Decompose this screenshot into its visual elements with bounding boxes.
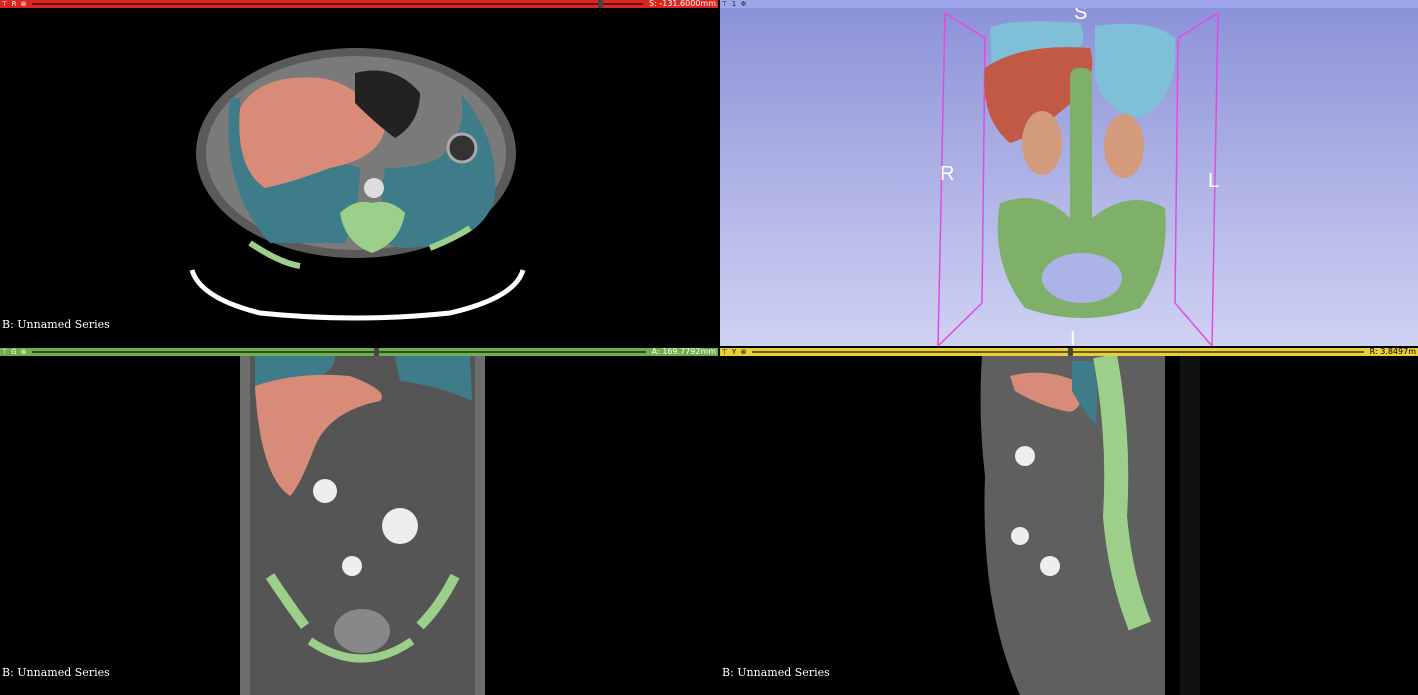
slider-handle[interactable] (598, 0, 604, 8)
yellow-slice-offset-slider[interactable] (752, 348, 1364, 356)
green-series-label: B: Unnamed Series (2, 666, 110, 679)
bladder (334, 609, 390, 653)
red-slice-view[interactable]: B: Unnamed Series (0, 8, 718, 346)
yellow-series-label: B: Unnamed Series (722, 666, 830, 679)
red-slice-controller-bar[interactable]: ⊤ R ⊗ S: -131.6000mm (0, 0, 718, 8)
slider-track (32, 3, 644, 5)
red-series-label: B: Unnamed Series (2, 318, 110, 331)
pin-icon[interactable]: ⊤ (0, 0, 9, 8)
pin-icon[interactable]: ⊤ (0, 348, 9, 356)
link-icon[interactable]: ⊗ (739, 348, 748, 356)
slider-track (32, 351, 646, 353)
table-sagittal (1180, 356, 1200, 695)
green-view-letter: G (11, 348, 17, 356)
coronal-ct-image (240, 356, 485, 695)
contrast-bowel (313, 479, 337, 503)
red-view-letter: R (11, 0, 17, 8)
threed-controller-bar[interactable]: ⊤ 1 ✲ (720, 0, 1418, 8)
slider-handle[interactable] (373, 348, 379, 356)
orientation-s: S (1074, 8, 1088, 24)
yellow-view-letter: Y (731, 348, 737, 356)
spine-3d (1070, 68, 1092, 228)
red-slice-offset-slider[interactable] (32, 0, 644, 8)
contrast-bowel (382, 508, 418, 544)
green-slice-controller-bar[interactable]: ⊤ G ⊗ A: 169.7792mm (0, 348, 718, 356)
orientation-i: I (1070, 328, 1076, 346)
green-slice-view[interactable]: B: Unnamed Series (0, 356, 718, 695)
slider-handle[interactable] (1068, 348, 1074, 356)
contrast-bowel (342, 556, 362, 576)
link-icon[interactable]: ⊗ (19, 0, 28, 8)
left-kidney-3d (1104, 114, 1144, 178)
green-slice-offset-slider[interactable] (32, 348, 646, 356)
contrast-bowel (1040, 556, 1060, 576)
contrast-bowel (1015, 446, 1035, 466)
right-kidney-3d (1022, 111, 1062, 175)
orientation-r: R (940, 163, 955, 185)
yellow-slice-view[interactable]: B: Unnamed Series (720, 356, 1418, 695)
left-lung-3d (1095, 23, 1176, 118)
axial-ct-image (189, 48, 526, 321)
bowel-loop (446, 132, 478, 164)
green-offset-readout: A: 169.7792mm (651, 347, 716, 356)
red-offset-readout: S: -131.6000mm (649, 0, 716, 8)
slider-track (752, 351, 1364, 353)
orientation-l: L (1208, 170, 1220, 192)
threed-render (937, 12, 1219, 346)
threed-view[interactable]: S R L I (720, 8, 1418, 346)
yellow-offset-readout: R: 3.8497m (1369, 347, 1416, 356)
pin-icon[interactable]: ⊤ (720, 0, 729, 8)
gear-icon[interactable]: ✲ (739, 0, 748, 8)
ct-table (189, 269, 526, 321)
pin-icon[interactable]: ⊤ (720, 348, 729, 356)
threed-view-letter: 1 (731, 0, 737, 8)
pelvic-inlet (1042, 253, 1122, 303)
link-icon[interactable]: ⊗ (19, 348, 28, 356)
sagittal-ct-image (980, 356, 1200, 695)
aorta (364, 178, 384, 198)
slicer-four-up-layout: ⊤ R ⊗ S: -131.6000mm B: Unnamed Series ⊤… (0, 0, 1418, 695)
contrast-bowel (1011, 527, 1029, 545)
yellow-slice-controller-bar[interactable]: ⊤ Y ⊗ R: 3.8497m (720, 348, 1418, 356)
